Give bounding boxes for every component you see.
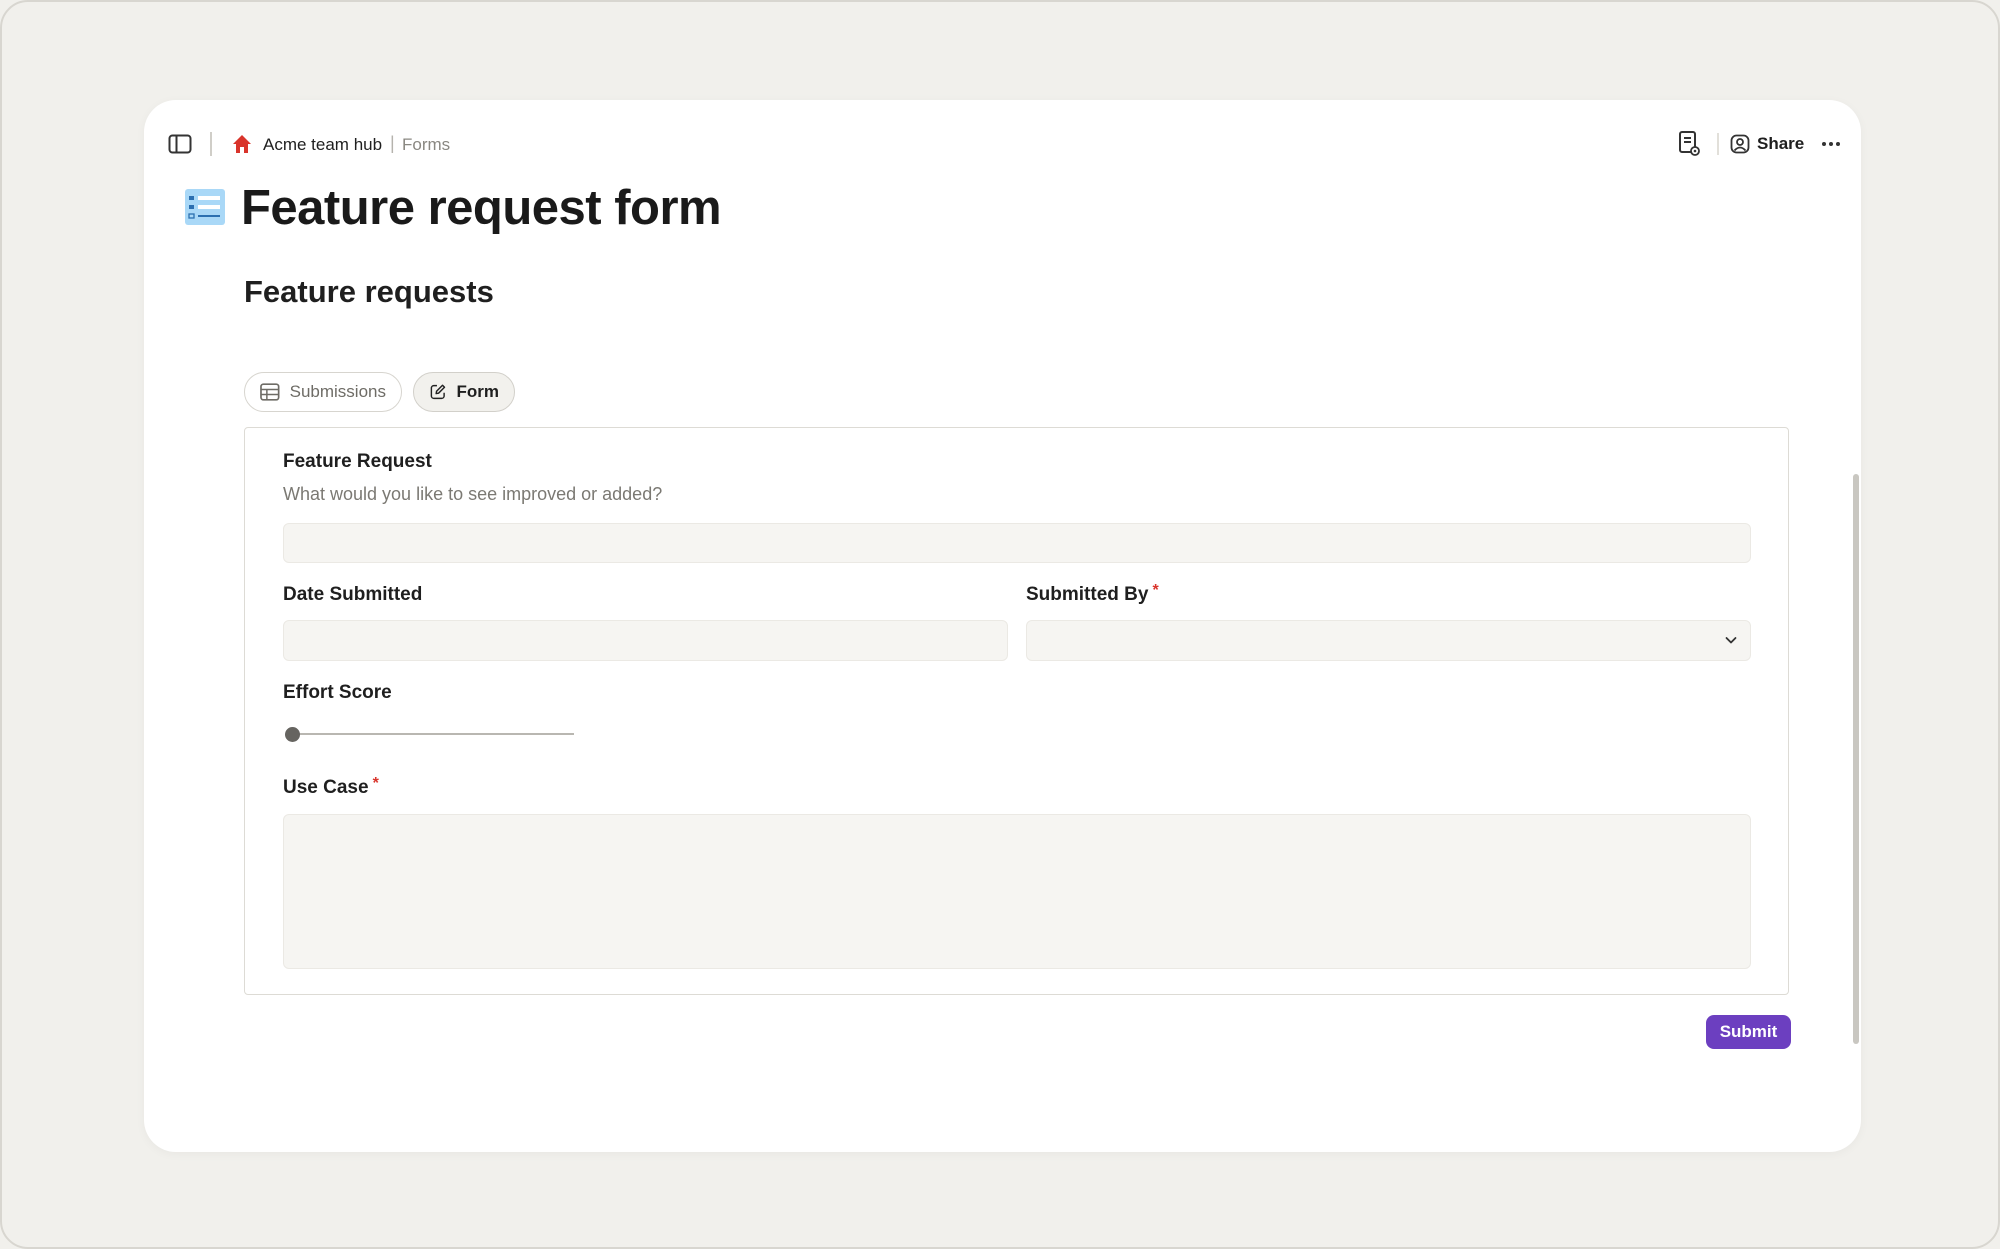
form-edit-icon: [430, 384, 446, 400]
submitted-by-label-text: Submitted By: [1026, 584, 1149, 605]
divider: [1717, 133, 1719, 155]
database-title: Feature requests: [244, 274, 494, 309]
share-button[interactable]: Share: [1730, 130, 1804, 158]
required-marker: *: [372, 775, 379, 792]
page-card: Acme team hub | Forms Share Feature requ…: [144, 100, 1861, 1152]
breadcrumb-page[interactable]: Forms: [402, 135, 450, 155]
use-case-label: Use Case *: [283, 775, 379, 799]
submit-button[interactable]: Submit: [1706, 1015, 1791, 1049]
submitted-by-label: Submitted By *: [1026, 582, 1159, 606]
effort-score-slider-track[interactable]: [296, 733, 574, 735]
tab-form[interactable]: Form: [413, 372, 515, 412]
submitted-by-select[interactable]: [1026, 620, 1751, 661]
table-icon: [260, 383, 280, 401]
required-marker: *: [1152, 582, 1159, 599]
sidebar-toggle-icon[interactable]: [168, 134, 192, 154]
effort-score-label: Effort Score: [283, 682, 392, 703]
date-submitted-label: Date Submitted: [283, 584, 423, 605]
date-submitted-input[interactable]: [283, 620, 1008, 661]
house-logo-icon: [231, 133, 253, 155]
use-case-label-text: Use Case: [283, 777, 369, 798]
tab-submissions[interactable]: Submissions: [244, 372, 402, 412]
tab-submissions-label: Submissions: [289, 382, 386, 401]
window-frame: Acme team hub | Forms Share Feature requ…: [0, 0, 2000, 1249]
more-options-icon[interactable]: [1818, 130, 1844, 158]
breadcrumb-separator: |: [390, 133, 395, 153]
tab-form-label: Form: [456, 382, 500, 401]
effort-score-slider-thumb[interactable]: [285, 727, 300, 742]
divider: [210, 132, 212, 156]
page-title: Feature request form: [241, 181, 722, 235]
top-bar: Acme team hub | Forms Share: [144, 100, 1861, 190]
feature-request-label: Feature Request: [283, 451, 432, 472]
breadcrumb-workspace[interactable]: Acme team hub: [263, 135, 382, 155]
user-square-icon: [1730, 134, 1750, 154]
scrollbar[interactable]: [1853, 474, 1859, 1044]
form-list-icon: [185, 189, 225, 225]
chevron-down-icon: [1725, 637, 1737, 644]
use-case-textarea[interactable]: [283, 814, 1751, 969]
feature-request-hint: What would you like to see improved or a…: [283, 484, 663, 504]
share-label: Share: [1757, 134, 1805, 153]
feature-request-input[interactable]: [283, 523, 1751, 563]
page-settings-icon[interactable]: [1676, 130, 1702, 158]
